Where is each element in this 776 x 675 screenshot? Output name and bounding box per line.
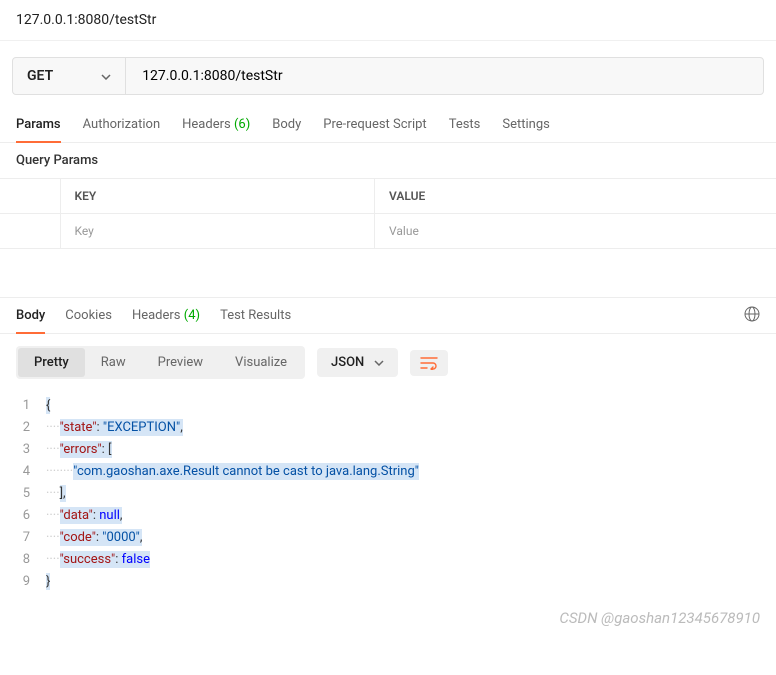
checkbox-col-header bbox=[0, 179, 60, 214]
view-pretty[interactable]: Pretty bbox=[18, 348, 85, 377]
resp-tab-headers[interactable]: Headers (4) bbox=[132, 298, 200, 333]
key-col-header: KEY bbox=[60, 179, 375, 214]
body-type-select[interactable]: JSON bbox=[317, 348, 398, 377]
response-body-code[interactable]: 1{2····"state": "EXCEPTION",3····"errors… bbox=[0, 391, 776, 609]
tab-settings[interactable]: Settings bbox=[502, 109, 549, 142]
watermark: CSDN @gaoshan12345678910 bbox=[0, 609, 776, 633]
tab-headers[interactable]: Headers (6) bbox=[182, 109, 250, 142]
param-row-empty[interactable]: Key Value bbox=[0, 214, 776, 249]
code-line: 7····"code": "0000", bbox=[16, 527, 760, 549]
tab-headers-count: (6) bbox=[234, 117, 250, 132]
query-params-heading: Query Params bbox=[0, 143, 776, 178]
view-preview[interactable]: Preview bbox=[142, 348, 219, 377]
code-line: 4········"com.gaoshan.axe.Result cannot … bbox=[16, 461, 760, 483]
request-bar: GET bbox=[12, 57, 764, 95]
resp-tab-headers-label: Headers bbox=[132, 308, 181, 323]
code-line: 8····"success": false bbox=[16, 549, 760, 571]
resp-tab-test-results[interactable]: Test Results bbox=[220, 298, 291, 333]
view-visualize[interactable]: Visualize bbox=[219, 348, 303, 377]
request-tabs: Params Authorization Headers (6) Body Pr… bbox=[0, 109, 776, 143]
globe-icon[interactable] bbox=[744, 306, 760, 326]
tab-headers-label: Headers bbox=[182, 117, 231, 132]
code-line: 1{ bbox=[16, 395, 760, 417]
response-tabs: Body Cookies Headers (4) Test Results bbox=[16, 298, 291, 333]
chevron-down-icon bbox=[374, 355, 384, 370]
resp-tab-headers-count: (4) bbox=[184, 308, 200, 323]
tab-authorization[interactable]: Authorization bbox=[83, 109, 161, 142]
http-method-select[interactable]: GET bbox=[13, 58, 126, 94]
chevron-down-icon bbox=[101, 68, 111, 84]
key-cell[interactable]: Key bbox=[60, 214, 375, 249]
tab-body[interactable]: Body bbox=[272, 109, 301, 142]
code-line: 9} bbox=[16, 571, 760, 593]
value-col-header: VALUE bbox=[375, 179, 776, 214]
tab-params[interactable]: Params bbox=[16, 109, 61, 142]
checkbox-cell[interactable] bbox=[0, 214, 60, 249]
code-line: 5····], bbox=[16, 483, 760, 505]
body-type-value: JSON bbox=[331, 355, 364, 370]
resp-tab-cookies[interactable]: Cookies bbox=[65, 298, 112, 333]
code-line: 2····"state": "EXCEPTION", bbox=[16, 417, 760, 439]
value-cell[interactable]: Value bbox=[375, 214, 776, 249]
response-toolbar: Pretty Raw Preview Visualize JSON bbox=[0, 334, 776, 391]
http-method-value: GET bbox=[27, 68, 53, 84]
view-mode-group: Pretty Raw Preview Visualize bbox=[16, 346, 305, 379]
code-line: 3····"errors": [ bbox=[16, 439, 760, 461]
query-params-table: KEY VALUE Key Value bbox=[0, 178, 776, 249]
request-title: 127.0.0.1:8080/testStr bbox=[0, 0, 776, 41]
response-header: Body Cookies Headers (4) Test Results bbox=[0, 297, 776, 334]
url-input[interactable] bbox=[126, 58, 763, 94]
wrap-lines-button[interactable] bbox=[410, 350, 448, 376]
tab-tests[interactable]: Tests bbox=[449, 109, 481, 142]
tab-prerequest[interactable]: Pre-request Script bbox=[323, 109, 426, 142]
code-line: 6····"data": null, bbox=[16, 505, 760, 527]
resp-tab-body[interactable]: Body bbox=[16, 298, 45, 333]
view-raw[interactable]: Raw bbox=[85, 348, 142, 377]
